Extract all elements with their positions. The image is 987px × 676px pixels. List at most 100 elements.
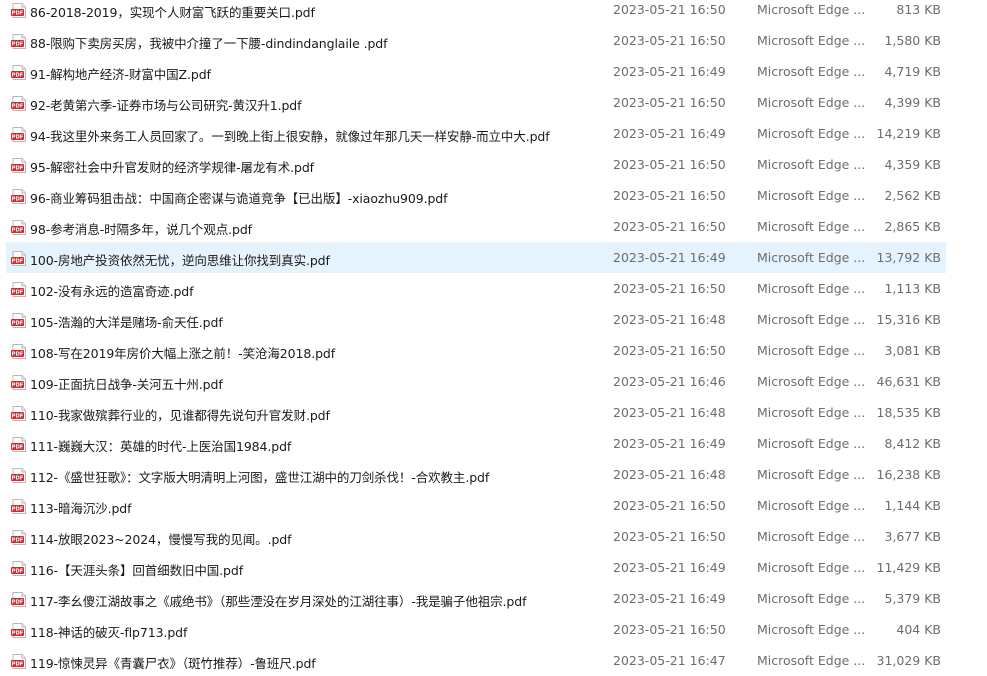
svg-text:PDF: PDF: [12, 352, 24, 358]
pdf-file-icon: PDF: [11, 65, 27, 80]
file-row[interactable]: PDF 105-浩瀚的大洋是赌场-俞天任.pdf 2023-05-21 16:4…: [6, 304, 946, 335]
file-row[interactable]: PDF 109-正面抗日战争-关河五十州.pdf 2023-05-21 16:4…: [6, 366, 946, 397]
file-type: Microsoft Edge ...: [757, 343, 866, 358]
file-name: 109-正面抗日战争-关河五十州.pdf: [30, 377, 223, 392]
file-row[interactable]: PDF 114-放眼2023~2024，慢慢写我的见闻。.pdf 2023-05…: [6, 521, 946, 552]
pdf-file-icon: PDF: [11, 282, 27, 297]
file-row[interactable]: PDF 95-解密社会中升官发财的经济学规律-屠龙有术.pdf 2023-05-…: [6, 149, 946, 180]
file-name: 118-神话的破灭-flp713.pdf: [30, 625, 188, 640]
svg-text:PDF: PDF: [12, 414, 24, 420]
file-row[interactable]: PDF 110-我家做殡葬行业的，见谁都得先说句升官发财.pdf 2023-05…: [6, 397, 946, 428]
file-row[interactable]: PDF 88-限购下卖房买房，我被中介撞了一下腰-dindindanglaile…: [6, 25, 946, 56]
file-modified-date: 2023-05-21 16:46: [613, 374, 726, 389]
file-type: Microsoft Edge ...: [757, 560, 866, 575]
file-modified-date: 2023-05-21 16:47: [613, 653, 726, 668]
file-row[interactable]: PDF 113-暗海沉沙.pdf 2023-05-21 16:50 Micros…: [6, 490, 946, 521]
file-row[interactable]: PDF 102-没有永远的造富奇迹.pdf 2023-05-21 16:50 M…: [6, 273, 946, 304]
file-size: 31,029 KB: [876, 653, 941, 668]
file-size: 5,379 KB: [884, 591, 941, 606]
file-name: 88-限购下卖房买房，我被中介撞了一下腰-dindindanglaile .pd…: [30, 36, 388, 51]
file-modified-date: 2023-05-21 16:50: [613, 343, 726, 358]
file-size: 16,238 KB: [876, 467, 941, 482]
file-name: 100-房地产投资依然无忧，逆向思维让你找到真实.pdf: [30, 253, 330, 268]
file-row[interactable]: PDF 98-参考消息-时隔多年，说几个观点.pdf 2023-05-21 16…: [6, 211, 946, 242]
file-type: Microsoft Edge ...: [757, 2, 866, 17]
file-size: 46,631 KB: [876, 374, 941, 389]
file-row[interactable]: PDF 117-李幺傻江湖故事之《戚绝书》（那些湮没在岁月深处的江湖往事）-我是…: [6, 583, 946, 614]
file-row[interactable]: PDF 111-巍巍大汉：英雄的时代-上医治国1984.pdf 2023-05-…: [6, 428, 946, 459]
file-type: Microsoft Edge ...: [757, 312, 866, 327]
file-type: Microsoft Edge ...: [757, 529, 866, 544]
pdf-file-icon: PDF: [11, 592, 27, 607]
file-type: Microsoft Edge ...: [757, 653, 866, 668]
file-type: Microsoft Edge ...: [757, 622, 866, 637]
pdf-file-icon: PDF: [11, 530, 27, 545]
pdf-file-icon: PDF: [11, 623, 27, 638]
pdf-file-icon: PDF: [11, 251, 27, 266]
svg-text:PDF: PDF: [12, 507, 24, 513]
file-row[interactable]: PDF 108-写在2019年房价大幅上涨之前！-笑沧海2018.pdf 202…: [6, 335, 946, 366]
file-row[interactable]: PDF 118-神话的破灭-flp713.pdf 2023-05-21 16:5…: [6, 614, 946, 645]
file-name: 119-惊悚灵异《青囊尸衣》（斑竹推荐）-鲁班尺.pdf: [30, 656, 316, 671]
pdf-file-icon: PDF: [11, 561, 27, 576]
file-row[interactable]: PDF 119-惊悚灵异《青囊尸衣》（斑竹推荐）-鲁班尺.pdf 2023-05…: [6, 645, 946, 676]
file-row[interactable]: PDF 100-房地产投资依然无忧，逆向思维让你找到真实.pdf 2023-05…: [6, 242, 946, 273]
file-type: Microsoft Edge ...: [757, 498, 866, 513]
pdf-file-icon: PDF: [11, 220, 27, 235]
svg-text:PDF: PDF: [12, 445, 24, 451]
svg-text:PDF: PDF: [12, 42, 24, 48]
file-size: 4,719 KB: [884, 64, 941, 79]
svg-text:PDF: PDF: [12, 228, 24, 234]
file-modified-date: 2023-05-21 16:50: [613, 188, 726, 203]
pdf-file-icon: PDF: [11, 96, 27, 111]
svg-text:PDF: PDF: [12, 166, 24, 172]
file-name: 92-老黄第六季-证券市场与公司研究-黄汉升1.pdf: [30, 98, 302, 113]
file-row[interactable]: PDF 96-商业筹码狙击战：中国商企密谋与诡道竞争【已出版】-xiaozhu9…: [6, 180, 946, 211]
file-type: Microsoft Edge ...: [757, 188, 866, 203]
file-row[interactable]: PDF 86-2018-2019，实现个人财富飞跃的重要关口.pdf 2023-…: [6, 0, 946, 25]
file-type: Microsoft Edge ...: [757, 405, 866, 420]
file-modified-date: 2023-05-21 16:48: [613, 405, 726, 420]
svg-text:PDF: PDF: [12, 104, 24, 110]
file-row[interactable]: PDF 116-【天涯头条】回首细数旧中国.pdf 2023-05-21 16:…: [6, 552, 946, 583]
file-name: 98-参考消息-时隔多年，说几个观点.pdf: [30, 222, 252, 237]
pdf-file-icon: PDF: [11, 406, 27, 421]
pdf-file-icon: PDF: [11, 437, 27, 452]
file-name: 112-《盛世狂歌》：文字版大明清明上河图，盛世江湖中的刀剑杀伐！-合欢教主.p…: [30, 470, 490, 485]
file-type: Microsoft Edge ...: [757, 157, 866, 172]
file-type: Microsoft Edge ...: [757, 281, 866, 296]
pdf-file-icon: PDF: [11, 375, 27, 390]
file-type: Microsoft Edge ...: [757, 436, 866, 451]
file-size: 2,562 KB: [884, 188, 941, 203]
file-size: 4,359 KB: [884, 157, 941, 172]
file-size: 404 KB: [896, 622, 941, 637]
file-name: 91-解构地产经济-财富中国Z.pdf: [30, 67, 211, 82]
file-row[interactable]: PDF 92-老黄第六季-证券市场与公司研究-黄汉升1.pdf 2023-05-…: [6, 87, 946, 118]
file-type: Microsoft Edge ...: [757, 250, 866, 265]
file-modified-date: 2023-05-21 16:50: [613, 219, 726, 234]
file-row[interactable]: PDF 91-解构地产经济-财富中国Z.pdf 2023-05-21 16:49…: [6, 56, 946, 87]
file-modified-date: 2023-05-21 16:49: [613, 126, 726, 141]
file-row[interactable]: PDF 94-我这里外来务工人员回家了。一到晚上街上很安静，就像过年那几天一样安…: [6, 118, 946, 149]
file-type: Microsoft Edge ...: [757, 467, 866, 482]
file-name: 114-放眼2023~2024，慢慢写我的见闻。.pdf: [30, 532, 292, 547]
svg-text:PDF: PDF: [12, 538, 24, 544]
svg-text:PDF: PDF: [12, 631, 24, 637]
file-modified-date: 2023-05-21 16:50: [613, 498, 726, 513]
file-size: 3,677 KB: [884, 529, 941, 544]
file-modified-date: 2023-05-21 16:50: [613, 529, 726, 544]
file-row[interactable]: PDF 112-《盛世狂歌》：文字版大明清明上河图，盛世江湖中的刀剑杀伐！-合欢…: [6, 459, 946, 490]
pdf-file-icon: PDF: [11, 313, 27, 328]
svg-text:PDF: PDF: [12, 259, 24, 265]
file-size: 11,429 KB: [876, 560, 941, 575]
file-size: 15,316 KB: [876, 312, 941, 327]
file-modified-date: 2023-05-21 16:50: [613, 2, 726, 17]
file-type: Microsoft Edge ...: [757, 33, 866, 48]
svg-text:PDF: PDF: [12, 73, 24, 79]
file-modified-date: 2023-05-21 16:49: [613, 560, 726, 575]
file-size: 18,535 KB: [876, 405, 941, 420]
file-modified-date: 2023-05-21 16:49: [613, 64, 726, 79]
pdf-file-icon: PDF: [11, 468, 27, 483]
file-size: 8,412 KB: [884, 436, 941, 451]
pdf-file-icon: PDF: [11, 3, 27, 18]
